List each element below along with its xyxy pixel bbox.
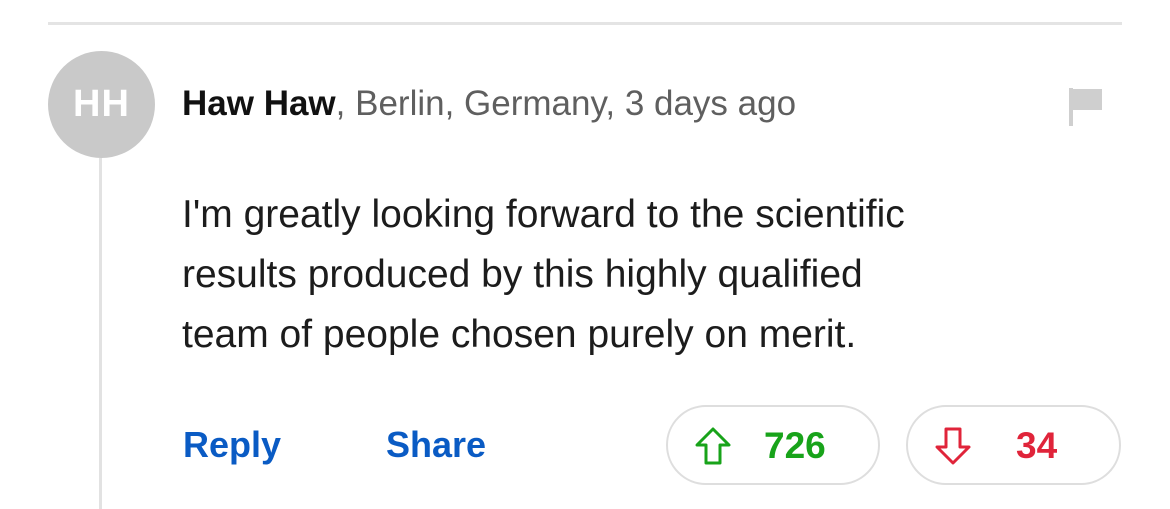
avatar-initials: HH xyxy=(73,83,130,125)
downvote-count: 34 xyxy=(1016,425,1058,466)
thread-line xyxy=(99,158,102,509)
reply-button[interactable]: Reply xyxy=(183,422,281,468)
upvote-count: 726 xyxy=(764,425,826,466)
comment-location-time: , Berlin, Germany, 3 days ago xyxy=(335,84,797,123)
avatar[interactable]: HH xyxy=(48,51,155,158)
flag-icon xyxy=(1069,88,1102,126)
downvote-button[interactable]: 34 xyxy=(906,405,1121,485)
top-divider xyxy=(48,22,1122,25)
report-button[interactable] xyxy=(1064,84,1108,128)
share-button[interactable]: Share xyxy=(386,422,486,468)
author-name[interactable]: Haw Haw xyxy=(182,84,336,123)
upvote-button[interactable]: 726 xyxy=(666,405,880,485)
comment-meta: Haw Haw, Berlin, Germany, 3 days ago xyxy=(182,82,796,126)
arrow-down-icon xyxy=(935,427,971,465)
arrow-up-icon xyxy=(695,427,731,465)
comment-body: I'm greatly looking forward to the scien… xyxy=(182,193,905,356)
